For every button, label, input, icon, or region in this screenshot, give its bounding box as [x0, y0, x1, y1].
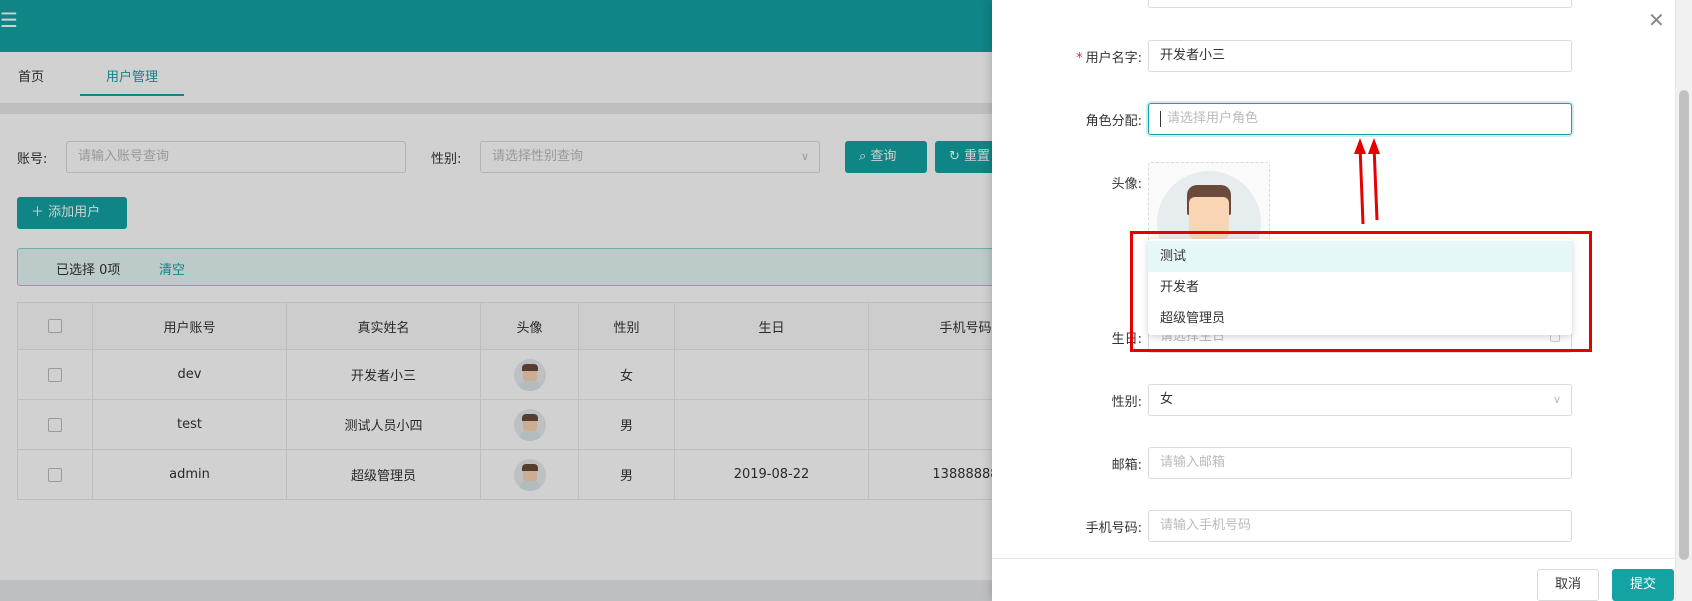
gender-value: 女	[1160, 392, 1174, 407]
phone-label: 手机号码:	[1085, 521, 1142, 536]
cancel-button[interactable]: 取消	[1537, 569, 1599, 601]
role-label: 角色分配:	[1085, 114, 1142, 129]
username-label-text: 用户名字:	[1085, 51, 1142, 66]
text-caret	[1160, 110, 1161, 127]
chevron-down-icon: ∨	[1552, 393, 1561, 406]
edit-user-drawer: ✕ * 用户名字: 开发者小三 角色分配: 请选择用户角色 头像: 生日: 请选择…	[992, 0, 1692, 601]
submit-button[interactable]: 提交	[1612, 569, 1674, 601]
email-label: 邮箱:	[1111, 458, 1142, 473]
scrollbar[interactable]	[1675, 0, 1692, 601]
birthday-label: 生日:	[1111, 332, 1142, 347]
email-input[interactable]: 请输入邮箱	[1148, 447, 1572, 479]
drawer-footer: 取消 提交	[992, 558, 1675, 601]
annotation-arrow	[1358, 145, 1365, 225]
required-mark: *	[1076, 51, 1083, 66]
annotation-arrows	[1354, 138, 1380, 225]
arrow-head-icon	[1354, 138, 1366, 154]
avatar-label: 头像:	[1111, 177, 1142, 192]
arrow-head-icon	[1368, 138, 1380, 154]
close-icon[interactable]: ✕	[1648, 10, 1665, 30]
annotation-arrow	[1372, 145, 1379, 221]
username-label: * 用户名字:	[992, 47, 1142, 66]
top-field-partial[interactable]	[1148, 0, 1572, 8]
scrollbar-thumb[interactable]	[1679, 90, 1689, 560]
gender-select[interactable]: 女 ∨	[1148, 384, 1572, 416]
role-placeholder: 请选择用户角色	[1167, 111, 1259, 126]
annotation-highlight-box	[1130, 231, 1592, 352]
username-input[interactable]: 开发者小三	[1148, 40, 1572, 72]
phone-input[interactable]: 请输入手机号码	[1148, 510, 1572, 542]
gender-label: 性别:	[1111, 395, 1142, 410]
